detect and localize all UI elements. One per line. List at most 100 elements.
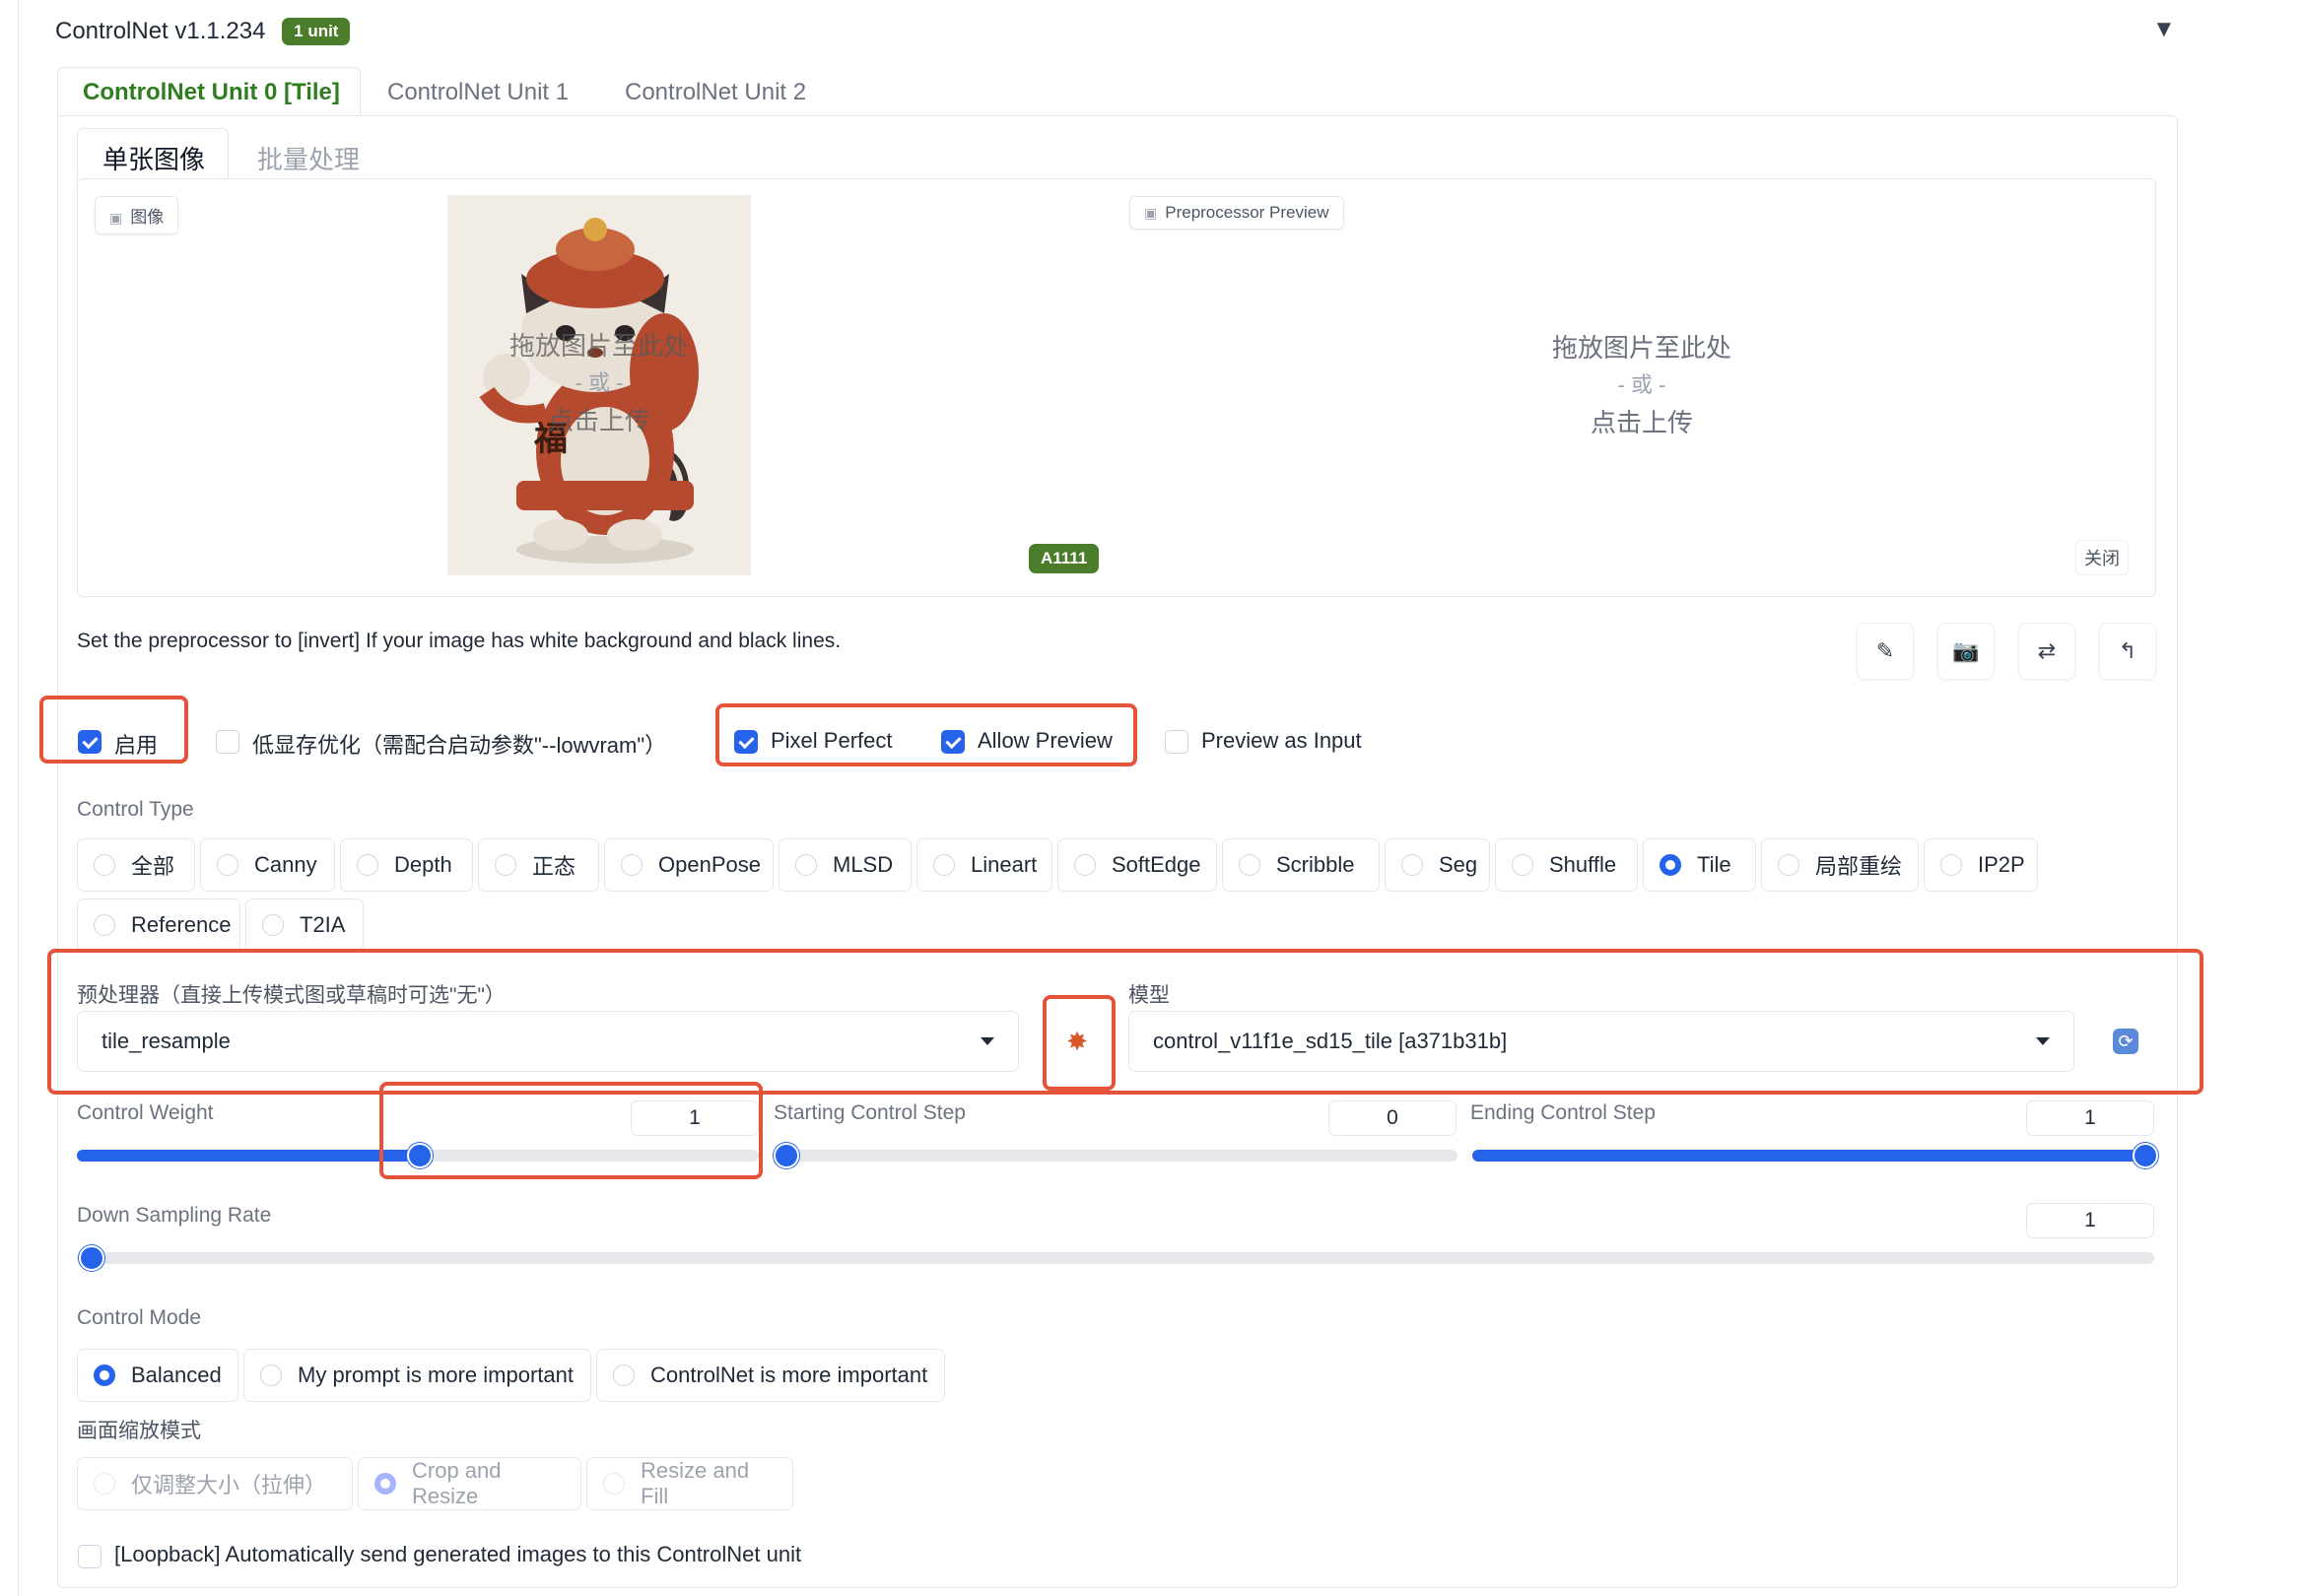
- control-type-depth[interactable]: Depth: [340, 838, 473, 892]
- preview-label-text: Preprocessor Preview: [1165, 203, 1329, 222]
- radio-circle: [357, 854, 378, 876]
- a1111-badge[interactable]: A1111: [1029, 544, 1100, 573]
- control-type-tile[interactable]: Tile: [1643, 838, 1756, 892]
- radio-label: IP2P: [1978, 852, 2025, 877]
- ending-step-input[interactable]: 1: [2026, 1100, 2154, 1136]
- control-type-all[interactable]: 全部: [77, 838, 195, 892]
- tab-unit-2[interactable]: ControlNet Unit 2: [625, 79, 806, 106]
- radio-circle: [1778, 854, 1799, 876]
- down-sampling-slider[interactable]: [77, 1245, 2154, 1271]
- radio-label: Balanced: [131, 1363, 222, 1387]
- close-preview-button[interactable]: 关闭: [2075, 540, 2129, 575]
- control-type-seg[interactable]: Seg: [1385, 838, 1490, 892]
- starting-step-label: Starting Control Step: [774, 1101, 966, 1124]
- lowvram-checkbox[interactable]: [216, 730, 239, 754]
- radio-label: Crop and Resize: [412, 1458, 502, 1508]
- control-type-label: Control Type: [77, 798, 194, 821]
- radio-label: Shuffle: [1549, 852, 1617, 877]
- radio-circle: [94, 1473, 115, 1495]
- control-type-mlsd[interactable]: MLSD: [779, 838, 912, 892]
- radio-circle: [933, 854, 955, 876]
- image-drop-hint: 拖放图片至此处 - 或 - 点击上传: [447, 327, 751, 439]
- control-type-softedge[interactable]: SoftEdge: [1057, 838, 1217, 892]
- control-type-scribble[interactable]: Scribble: [1222, 838, 1380, 892]
- loopback-checkbox[interactable]: [78, 1545, 102, 1568]
- slider-fill: [77, 1150, 418, 1162]
- control-mode-controlnet[interactable]: ControlNet is more important: [596, 1349, 945, 1402]
- control-mode-prompt[interactable]: My prompt is more important: [243, 1349, 591, 1402]
- loopback-label: [Loopback] Automatically send generated …: [114, 1542, 802, 1566]
- drop-hint-or: - 或 -: [1617, 372, 1666, 397]
- radio-circle: [795, 854, 817, 876]
- starting-step-input[interactable]: 0: [1328, 1100, 1457, 1136]
- control-type-inpaint[interactable]: 局部重绘: [1761, 838, 1919, 892]
- resize-mode-stretch[interactable]: 仅调整大小（拉伸）: [77, 1457, 353, 1510]
- image-label: ▣ 图像: [95, 196, 179, 234]
- preview-drop-zone[interactable]: 拖放图片至此处 - 或 - 点击上传: [1445, 329, 1839, 441]
- radio-label: Seg: [1439, 852, 1478, 877]
- drop-hint-or: - 或 -: [575, 370, 624, 395]
- preview-as-input-checkbox[interactable]: [1165, 730, 1188, 754]
- resize-mode-fill[interactable]: Resize and Fill: [586, 1457, 793, 1510]
- edit-icon[interactable]: ✎: [1857, 623, 1914, 680]
- drop-hint-line1: 拖放图片至此处: [1551, 333, 1731, 363]
- radio-circle: [262, 914, 284, 936]
- ending-step-label: Ending Control Step: [1470, 1101, 1656, 1124]
- control-type-reference[interactable]: Reference: [77, 898, 240, 952]
- control-type-normal[interactable]: 正态: [478, 838, 599, 892]
- control-type-shuffle[interactable]: Shuffle: [1495, 838, 1638, 892]
- radio-circle: [260, 1364, 282, 1386]
- control-mode-balanced[interactable]: Balanced: [77, 1349, 238, 1402]
- unit-count-badge: 1 unit: [282, 18, 351, 45]
- ending-step-slider[interactable]: [1472, 1143, 2158, 1168]
- tab-single-image[interactable]: 单张图像: [102, 140, 205, 176]
- slider-thumb[interactable]: [2133, 1143, 2158, 1168]
- starting-step-slider[interactable]: [774, 1143, 1457, 1168]
- send-up-icon[interactable]: ↰: [2099, 623, 2156, 680]
- tab-unit-1[interactable]: ControlNet Unit 1: [387, 79, 569, 106]
- highlight-preprocessor-model: [47, 949, 2203, 1095]
- radio-label: SoftEdge: [1112, 852, 1201, 877]
- accordion-header[interactable]: ControlNet v1.1.234 1 unit: [55, 18, 351, 45]
- radio-circle: [603, 1473, 625, 1495]
- radio-label: My prompt is more important: [298, 1363, 574, 1387]
- drop-hint-line1: 拖放图片至此处: [508, 331, 689, 361]
- camera-icon[interactable]: 📷: [1937, 623, 1995, 680]
- control-type-openpose[interactable]: OpenPose: [604, 838, 774, 892]
- radio-circle: [1940, 854, 1962, 876]
- triangle-down-icon[interactable]: ▼: [2152, 16, 2176, 43]
- control-type-canny[interactable]: Canny: [200, 838, 335, 892]
- slider-thumb[interactable]: [79, 1245, 104, 1271]
- resize-mode-label: 画面缩放模式: [77, 1420, 201, 1442]
- lowvram-label: 低显存优化（需配合启动参数"--lowvram"）: [252, 733, 667, 758]
- control-type-lineart[interactable]: Lineart: [916, 838, 1052, 892]
- highlight-control-weight: [379, 1082, 763, 1179]
- radio-label: 局部重绘: [1815, 854, 1903, 879]
- radio-label: Scribble: [1276, 852, 1355, 877]
- accordion-title: ControlNet v1.1.234: [55, 18, 266, 44]
- preview-label: ▣ Preprocessor Preview: [1129, 196, 1344, 230]
- drop-hint-line2: 点击上传: [1590, 408, 1693, 437]
- radio-circle: [94, 854, 115, 876]
- down-sampling-input[interactable]: 1: [2026, 1203, 2154, 1238]
- swap-icon[interactable]: ⇄: [2018, 623, 2075, 680]
- slider-thumb[interactable]: [774, 1143, 799, 1168]
- radio-label: Canny: [254, 852, 317, 877]
- image-label-text: 图像: [130, 208, 165, 227]
- control-type-ip2p[interactable]: IP2P: [1924, 838, 2038, 892]
- radio-circle: [94, 914, 115, 936]
- highlight-enable: [39, 696, 188, 764]
- radio-circle: [1660, 854, 1681, 876]
- resize-mode-crop[interactable]: Crop and Resize: [358, 1457, 581, 1510]
- radio-label: Depth: [394, 852, 452, 877]
- tab-batch[interactable]: 批量处理: [257, 140, 360, 176]
- highlight-pixel-perfect: [715, 703, 1137, 766]
- image-frame-icon: ▣: [1144, 205, 1158, 221]
- radio-circle: [1401, 854, 1423, 876]
- control-type-t2ia[interactable]: T2IA: [245, 898, 364, 952]
- image-panel: [77, 178, 2156, 597]
- radio-label: 正态: [532, 854, 576, 879]
- drop-hint-line2: 点击上传: [547, 406, 650, 435]
- tab-unit-0[interactable]: ControlNet Unit 0 [Tile]: [83, 79, 340, 106]
- radio-circle: [1239, 854, 1260, 876]
